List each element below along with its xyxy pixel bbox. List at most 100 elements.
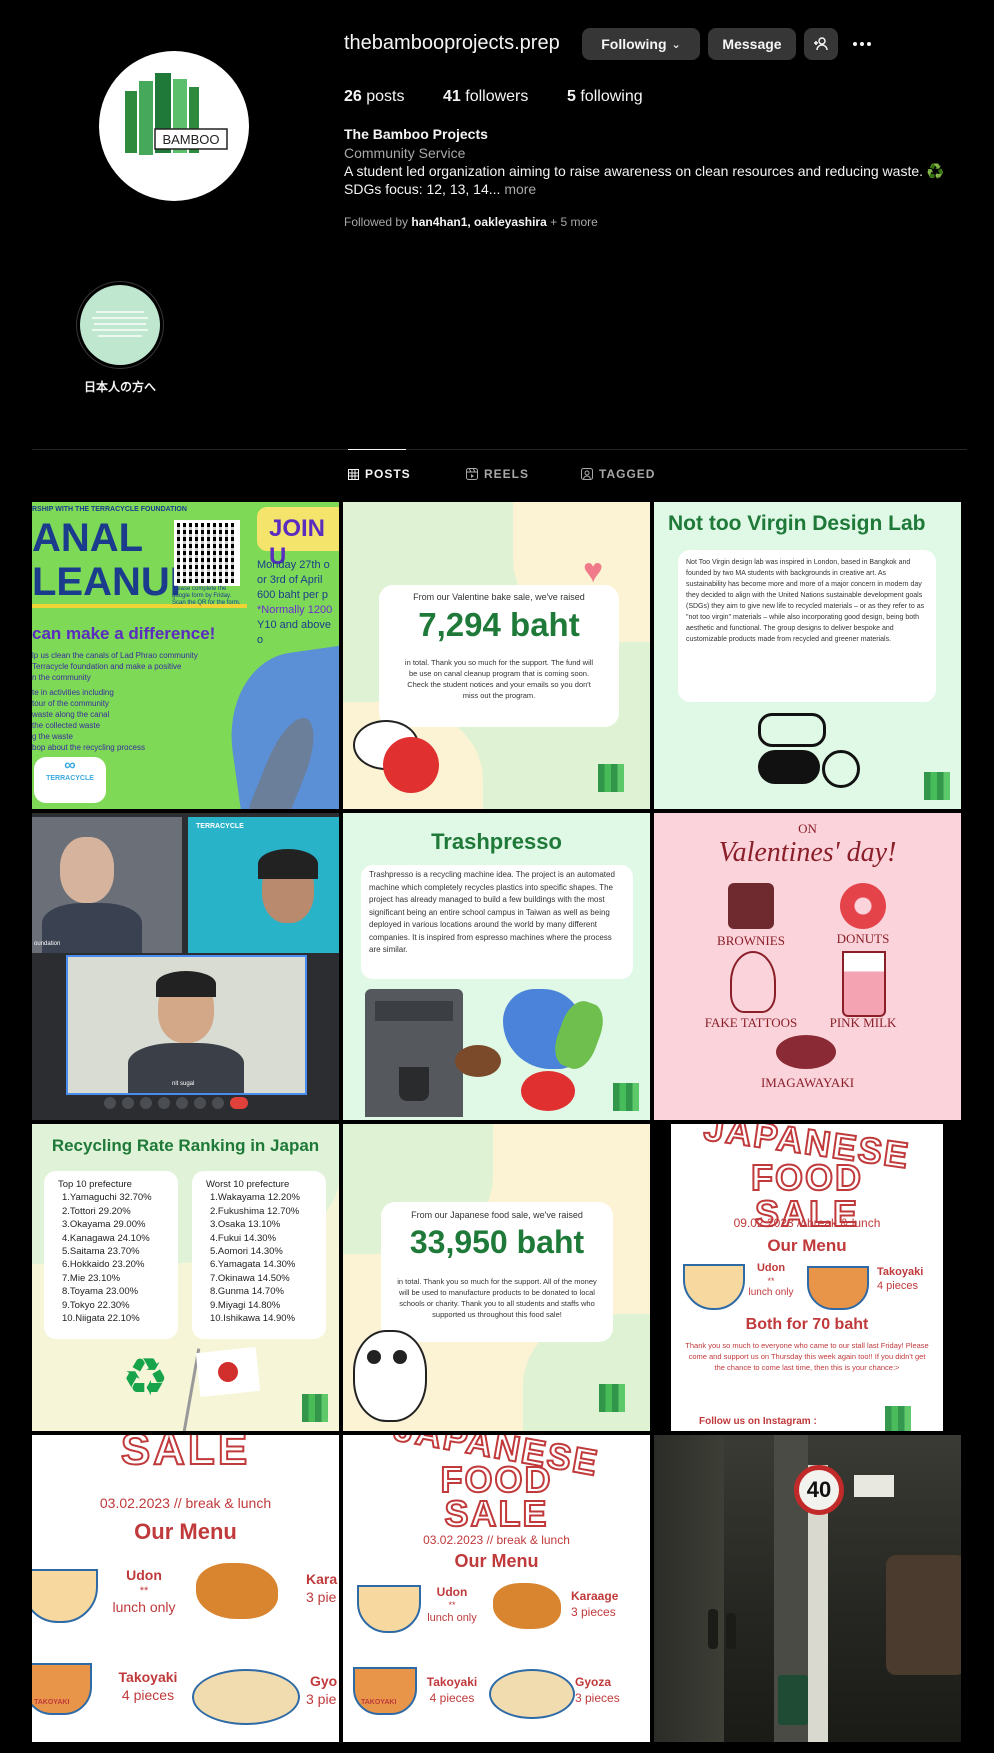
tagged-icon [581, 468, 593, 480]
profile-avatar[interactable]: BAMBOO [99, 51, 249, 201]
menu-item: FAKE TATTOOS [704, 1015, 798, 1030]
takoyaki-boat-icon: TAKOYAKI [353, 1667, 417, 1715]
canal-illustration [220, 643, 339, 809]
terracycle-logo: ∞ TERRACYCLE [34, 757, 106, 803]
post-valentine-menu[interactable]: ON Valentines' day! BROWNIES DONUTS FAKE… [654, 813, 961, 1120]
post-food-sale-menu-3[interactable]: JAPANESE FOOD SALE 03.02.2023 // break &… [343, 1435, 650, 1742]
post-food-sale-raised[interactable]: From our Japanese food sale, we've raise… [343, 1124, 650, 1431]
sale-date: 09.02.2023 // break & lunch [733, 1216, 881, 1230]
profile-full-name: The Bamboo Projects [344, 126, 488, 142]
circle-shape [822, 750, 860, 788]
menu-item: BROWNIES [717, 933, 785, 948]
menu-note: lunch only [748, 1287, 794, 1298]
followed-by[interactable]: Followed by han4han1, oakleyashira + 5 m… [344, 215, 598, 229]
heart-icon: ♥ [583, 552, 604, 590]
imagawayaki-icon [776, 1035, 836, 1069]
gyoza-icon [489, 1669, 575, 1719]
pedestrian [726, 1613, 736, 1649]
pedestrian [708, 1609, 718, 1649]
udon-bowl-icon [357, 1585, 421, 1633]
menu-note: ** [767, 1276, 775, 1286]
bottle-cap-illustration [521, 1071, 575, 1111]
qr-note: Please complete the google form by Frida… [172, 586, 241, 607]
bio-line-2: SDGs focus: 12, 13, 14... more [344, 181, 537, 197]
post-recycling-ranking[interactable]: Recycling Rate Ranking in Japan Top 10 p… [32, 1124, 339, 1431]
qr-code [174, 520, 240, 586]
menu-qty: 4 pieces [121, 1687, 175, 1703]
espresso-machine-illustration [365, 989, 463, 1117]
add-user-button[interactable] [804, 28, 838, 60]
username: thebambooprojects.prep [344, 32, 560, 54]
post-intro: From our Japanese food sale, we've raise… [411, 1210, 583, 1220]
bio-more-link[interactable]: more [504, 181, 536, 197]
street-sign [854, 1475, 894, 1497]
sale-title: SALE [120, 1435, 251, 1475]
video-tile: TERRACYCLE [188, 817, 339, 953]
menu-note: lunch only [427, 1612, 477, 1624]
post-description: lp us clean the canals of Lad Phrao comm… [32, 651, 198, 752]
menu-note: ** [139, 1585, 149, 1597]
post-video-call[interactable]: oundation TERRACYCLE nit sugal [32, 813, 339, 1120]
post-food-sale-menu[interactable]: JAPANESE FOOD SALE 09.02.2023 // break &… [654, 1124, 961, 1431]
post-title: ANAL [32, 516, 144, 560]
heart-balloon-icon [383, 737, 439, 793]
following-button-label: Following [601, 36, 667, 52]
tab-divider [32, 449, 967, 450]
thanks-note: Thank you so much to everyone who came t… [685, 1341, 929, 1372]
menu-item: PINK MILK [829, 1015, 897, 1030]
post-card [381, 1202, 613, 1342]
menu-item: Gyo [310, 1673, 338, 1689]
post-body: Trashpresso is a recycling machine idea.… [369, 870, 615, 954]
more-options-icon[interactable] [850, 34, 874, 54]
post-intro: From our Valentine bake sale, we've rais… [413, 592, 585, 602]
post-body: Not Too Virgin design lab was inspired i… [686, 559, 925, 643]
post-slogan: can make a difference! [32, 624, 216, 643]
bio-line: A student led organization aiming to rai… [344, 163, 945, 179]
tab-tagged[interactable]: TAGGED [581, 467, 655, 481]
menu-title: Our Menu [767, 1236, 847, 1255]
bamboo-mini-logo [613, 1083, 639, 1111]
menu-qty: 3 pieces [571, 1605, 616, 1619]
menu-title: Our Menu [134, 1519, 237, 1544]
menu-item: Takoyaki [118, 1669, 178, 1685]
followers-stat[interactable]: 41 followers [443, 88, 528, 106]
menu-note: ** [448, 1600, 456, 1610]
bamboo-mini-logo [885, 1406, 911, 1431]
grid-icon [348, 468, 359, 480]
profile-category: Community Service [344, 145, 466, 161]
follow-note: Follow us on Instagram : [699, 1416, 817, 1427]
raised-amount: 7,294 baht [418, 606, 580, 643]
tab-reels[interactable]: REELS [466, 467, 529, 481]
post-title: Recycling Rate Ranking in Japan [51, 1136, 320, 1155]
post-trashpresso[interactable]: Trashpresso Trashpresso is a recycling m… [343, 813, 650, 1120]
menu-item: IMAGAWAYAKI [760, 1075, 855, 1090]
menu-item: Takoyaki [426, 1675, 478, 1689]
gyoza-icon [192, 1669, 300, 1725]
bamboo-mini-logo [599, 1384, 625, 1412]
milk-glass-icon [842, 951, 886, 1017]
highlight-cover[interactable] [80, 285, 160, 365]
end-call-icon [230, 1097, 248, 1109]
post-body: in total. Thank you so much for the supp… [404, 658, 594, 700]
karaage-icon [493, 1583, 561, 1629]
sale-date: 03.02.2023 // break & lunch [99, 1495, 272, 1511]
post-not-too-virgin[interactable]: Not too Virgin Design Lab Not Too Virgin… [654, 502, 961, 809]
post-street-photo[interactable]: 40 [654, 1435, 961, 1742]
pill-outline-shape [758, 713, 826, 747]
post-title: Trashpresso [431, 829, 562, 854]
bamboo-mini-logo [598, 764, 624, 792]
highlight-label: 日本人の方へ [83, 380, 156, 394]
post-canal-cleanup[interactable]: RSHIP WITH THE TERRACYCLE FOUNDATION ANA… [32, 502, 339, 809]
pill-solid-shape [758, 750, 820, 784]
following-button[interactable]: Following ⌄ [582, 28, 700, 60]
post-food-sale-menu-2[interactable]: SALE 03.02.2023 // break & lunch Our Men… [32, 1435, 339, 1742]
speed-limit-sign: 40 [794, 1465, 844, 1515]
message-button[interactable]: Message [708, 28, 796, 60]
post-valentine-raised[interactable]: From our Valentine bake sale, we've rais… [343, 502, 650, 809]
sale-date: 03.02.2023 // break & lunch [423, 1533, 570, 1547]
add-user-icon [814, 37, 828, 51]
menu-qty: 4 pieces [877, 1280, 918, 1292]
following-stat[interactable]: 5 following [567, 88, 643, 106]
tab-posts[interactable]: POSTS [348, 467, 411, 481]
post-body: in total. Thank you so much for the supp… [397, 1277, 597, 1319]
